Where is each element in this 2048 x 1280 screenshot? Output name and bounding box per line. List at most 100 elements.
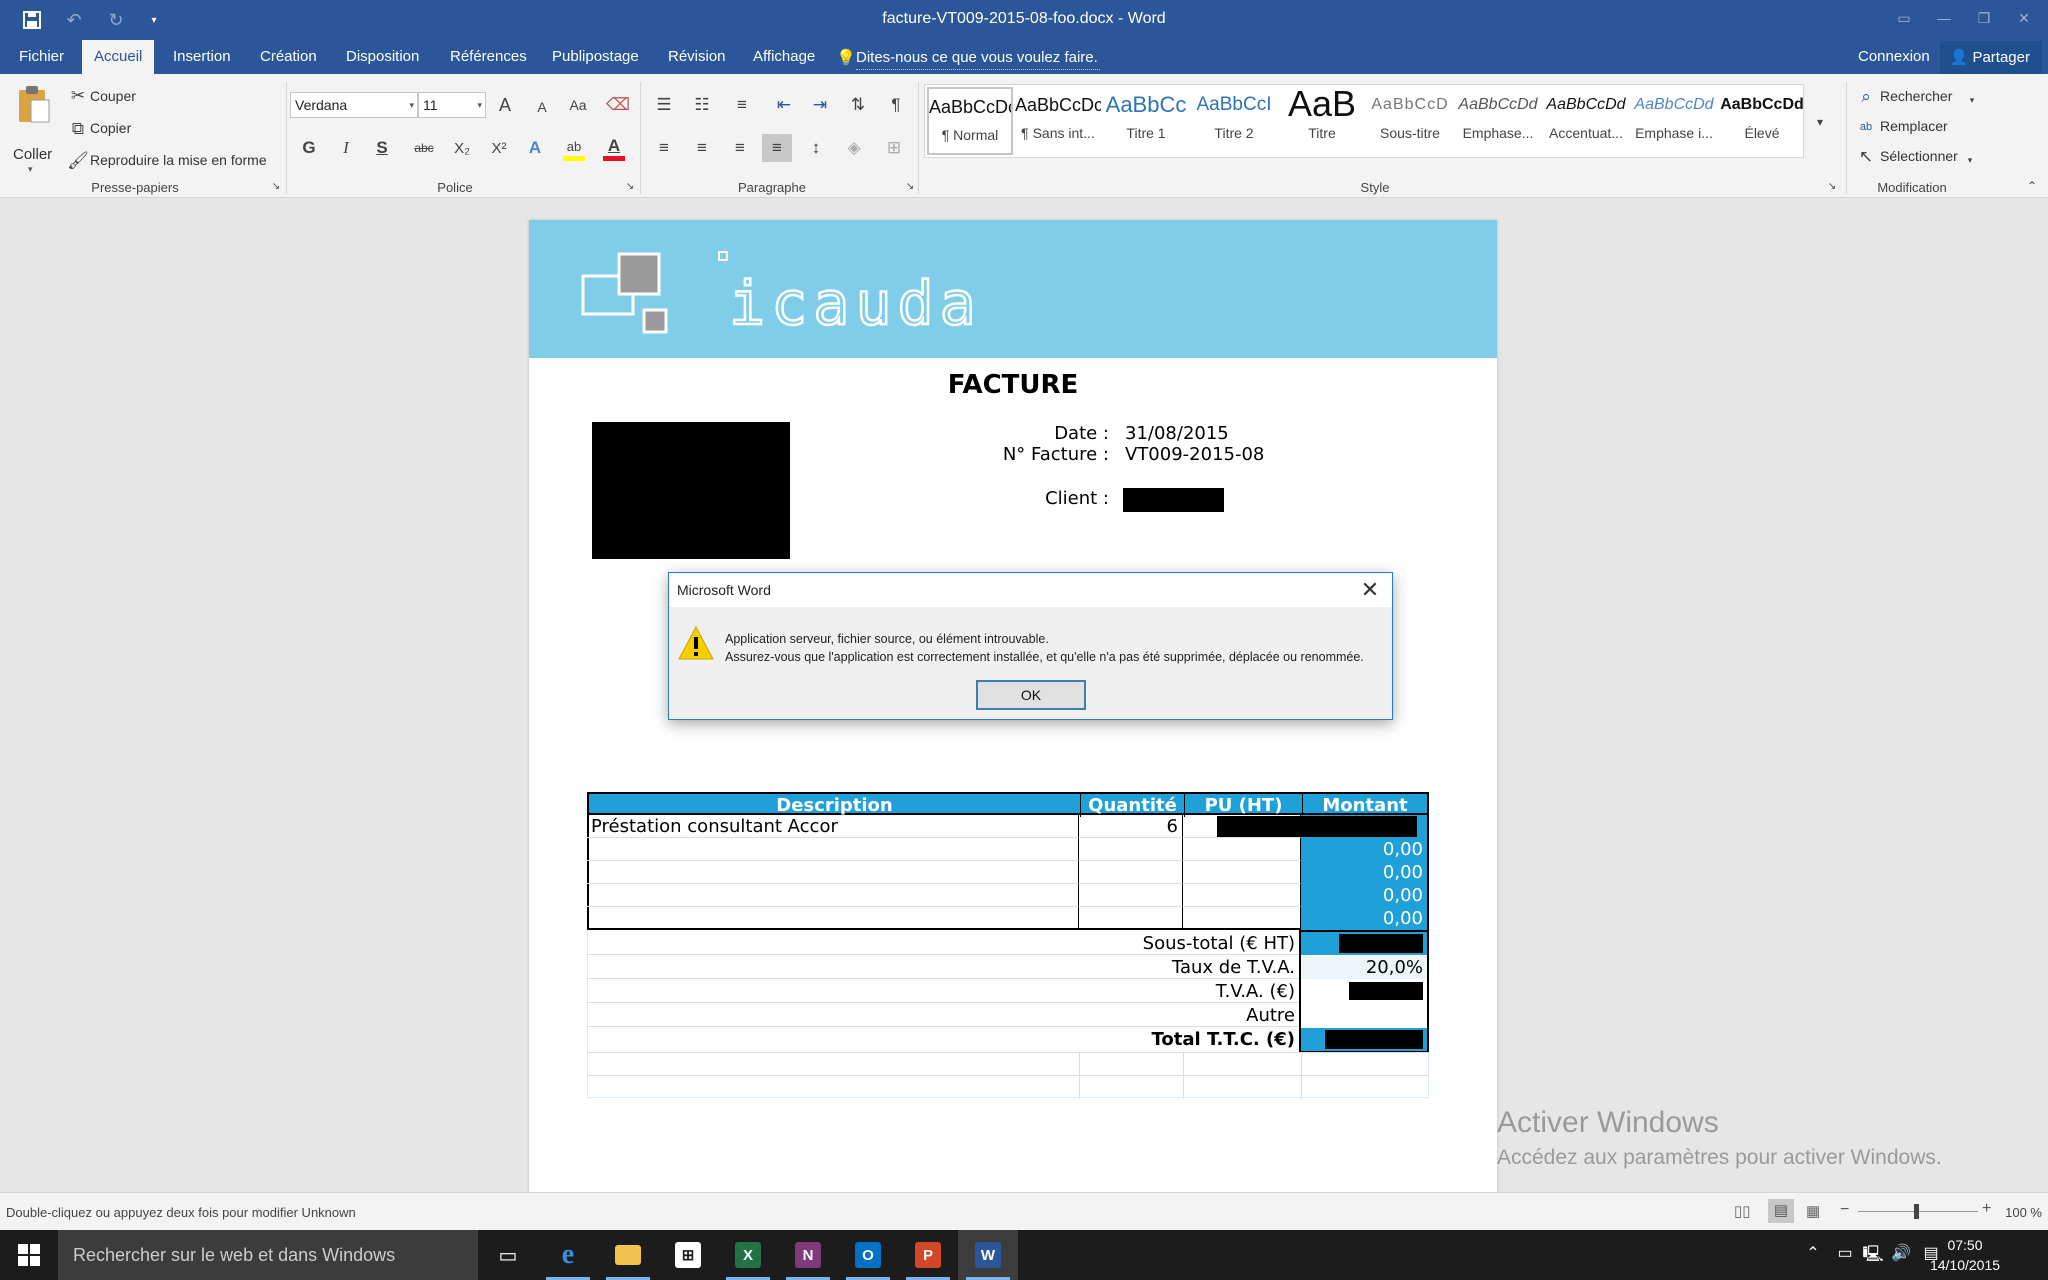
font-size-combo[interactable]: 11 ▾: [418, 92, 486, 118]
copy-icon[interactable]: ⧉: [66, 117, 90, 141]
tab-revision[interactable]: Révision: [656, 40, 738, 74]
style-strong[interactable]: AaBbCcDd Élevé: [1719, 87, 1805, 155]
format-painter-button[interactable]: Reproduire la mise en forme: [90, 152, 267, 168]
share-button[interactable]: 👤 Partager: [1939, 41, 2042, 74]
justify-icon[interactable]: ≡: [762, 134, 792, 162]
pilcrow-icon[interactable]: ¶: [884, 93, 908, 117]
line-spacing-icon[interactable]: ↕: [804, 136, 828, 160]
multilevel-list-icon[interactable]: ≡: [730, 93, 754, 117]
style-title[interactable]: AaB Titre: [1279, 87, 1365, 155]
change-case-icon[interactable]: Aa: [566, 93, 590, 117]
network-icon[interactable]: 🖳: [1860, 1243, 1886, 1270]
tab-references[interactable]: Références: [438, 40, 539, 74]
outlook-button[interactable]: O: [838, 1230, 898, 1280]
close-icon[interactable]: ✕: [1348, 573, 1392, 607]
style-heading-2[interactable]: AaBbCcI Titre 2: [1191, 87, 1277, 155]
numbering-icon[interactable]: ☷: [690, 93, 714, 117]
text-effects-icon[interactable]: A: [523, 136, 547, 160]
chevron-down-icon[interactable]: ▾: [1958, 148, 1982, 172]
minimize-icon[interactable]: —: [1928, 4, 1960, 32]
highlight-icon[interactable]: ab: [562, 134, 586, 158]
restore-icon[interactable]: ❐: [1968, 4, 2000, 32]
style-subtitle[interactable]: AaBbCcD Sous-titre: [1367, 87, 1453, 155]
decrease-indent-icon[interactable]: ⇤: [772, 93, 796, 117]
tab-affichage[interactable]: Affichage: [741, 40, 827, 74]
clipboard-launcher-icon[interactable]: ↘: [264, 174, 288, 198]
taskbar-search-input[interactable]: Rechercher sur le web et dans Windows: [58, 1230, 478, 1280]
sort-icon[interactable]: ⇅: [846, 93, 870, 117]
styles-more-icon[interactable]: ▾: [1808, 110, 1832, 134]
scissors-icon[interactable]: ✂: [66, 84, 90, 108]
font-launcher-icon[interactable]: ↘: [618, 174, 642, 198]
style-heading-1[interactable]: AaBbCc Titre 1: [1103, 87, 1189, 155]
signin-link[interactable]: Connexion: [1858, 48, 1930, 65]
find-button[interactable]: Rechercher: [1880, 88, 1952, 104]
tab-disposition[interactable]: Disposition: [334, 40, 431, 74]
windows-start-button[interactable]: [0, 1230, 58, 1280]
file-explorer-button[interactable]: [598, 1230, 658, 1280]
italic-button[interactable]: I: [334, 136, 358, 160]
onenote-button[interactable]: N: [778, 1230, 838, 1280]
read-mode-icon[interactable]: ▯▯: [1734, 1202, 1751, 1220]
increase-indent-icon[interactable]: ⇥: [808, 93, 832, 117]
align-right-icon[interactable]: ≡: [728, 136, 752, 160]
web-layout-icon[interactable]: ▦: [1806, 1202, 1820, 1220]
grow-font-icon[interactable]: A: [493, 93, 517, 117]
powerpoint-button[interactable]: P: [898, 1230, 958, 1280]
select-arrow-icon[interactable]: ↖: [1854, 145, 1878, 169]
chevron-down-icon[interactable]: ▾: [1960, 88, 1984, 112]
styles-launcher-icon[interactable]: ↘: [1820, 174, 1844, 198]
bullets-icon[interactable]: ☰: [652, 93, 676, 117]
tab-fichier[interactable]: Fichier: [7, 40, 76, 74]
style-emphasis[interactable]: AaBbCcDd Accentuat...: [1543, 87, 1629, 155]
ok-button[interactable]: OK: [976, 680, 1086, 710]
underline-button[interactable]: S: [370, 136, 394, 160]
paste-button[interactable]: Coller ▾: [8, 84, 56, 176]
edge-button[interactable]: e: [538, 1230, 598, 1280]
tab-insertion[interactable]: Insertion: [161, 40, 243, 74]
strikethrough-button[interactable]: abc: [412, 136, 436, 160]
close-window-icon[interactable]: ✕: [2008, 4, 2040, 32]
clock-time[interactable]: 07:50: [1920, 1237, 2010, 1253]
shading-icon[interactable]: ◈: [842, 136, 866, 160]
clock-date[interactable]: 14/10/2015: [1920, 1257, 2010, 1273]
copy-button[interactable]: Copier: [90, 120, 131, 136]
tab-creation[interactable]: Création: [248, 40, 329, 74]
style-subtle-emphasis[interactable]: AaBbCcDd Emphase...: [1455, 87, 1541, 155]
ribbon-display-options-icon[interactable]: ▭: [1888, 4, 1920, 32]
excel-button[interactable]: X: [718, 1230, 778, 1280]
tablet-icon[interactable]: ▭: [1832, 1243, 1858, 1263]
replace-button[interactable]: Remplacer: [1880, 118, 1948, 134]
zoom-level[interactable]: 100 %: [2005, 1205, 2042, 1220]
subscript-button[interactable]: X₂: [450, 136, 474, 160]
replace-icon[interactable]: ab: [1854, 115, 1878, 139]
style-intense-emphasis[interactable]: AaBbCcDd Emphase i...: [1631, 87, 1717, 155]
task-view-button[interactable]: ▭: [478, 1230, 538, 1280]
store-button[interactable]: ⊞: [658, 1230, 718, 1280]
zoom-slider-thumb[interactable]: [1914, 1204, 1919, 1219]
format-painter-icon[interactable]: 🖌: [66, 149, 90, 173]
font-color-icon[interactable]: A: [602, 134, 626, 158]
select-button[interactable]: Sélectionner: [1880, 148, 1958, 164]
cut-button[interactable]: Couper: [90, 88, 136, 104]
shrink-font-icon[interactable]: A: [530, 95, 554, 119]
paste-dropdown-icon[interactable]: ▾: [28, 164, 33, 175]
volume-icon[interactable]: 🔊: [1888, 1243, 1914, 1263]
align-center-icon[interactable]: ≡: [690, 136, 714, 160]
tell-me-input[interactable]: Dites-nous ce que vous voulez faire.: [856, 46, 1100, 70]
search-icon[interactable]: ⌕: [1854, 85, 1878, 109]
tab-publipostage[interactable]: Publipostage: [540, 40, 651, 74]
word-button[interactable]: W: [958, 1230, 1018, 1280]
style-normal[interactable]: AaBbCcDc ¶ Normal: [927, 87, 1013, 155]
show-hidden-icons-icon[interactable]: ⌃: [1800, 1243, 1826, 1263]
zoom-out-icon[interactable]: −: [1840, 1201, 1849, 1219]
font-name-combo[interactable]: Verdana ▾: [290, 92, 418, 118]
style-no-spacing[interactable]: AaBbCcDc ¶ Sans int...: [1015, 87, 1101, 155]
dialog-titlebar[interactable]: Microsoft Word ✕: [669, 573, 1392, 607]
collapse-ribbon-icon[interactable]: ⌃: [2020, 174, 2044, 198]
superscript-button[interactable]: X²: [487, 136, 511, 160]
borders-icon[interactable]: ⊞: [882, 136, 906, 160]
bold-button[interactable]: G: [297, 136, 321, 160]
align-left-icon[interactable]: ≡: [652, 136, 676, 160]
clear-formatting-icon[interactable]: ⌫: [606, 93, 630, 117]
